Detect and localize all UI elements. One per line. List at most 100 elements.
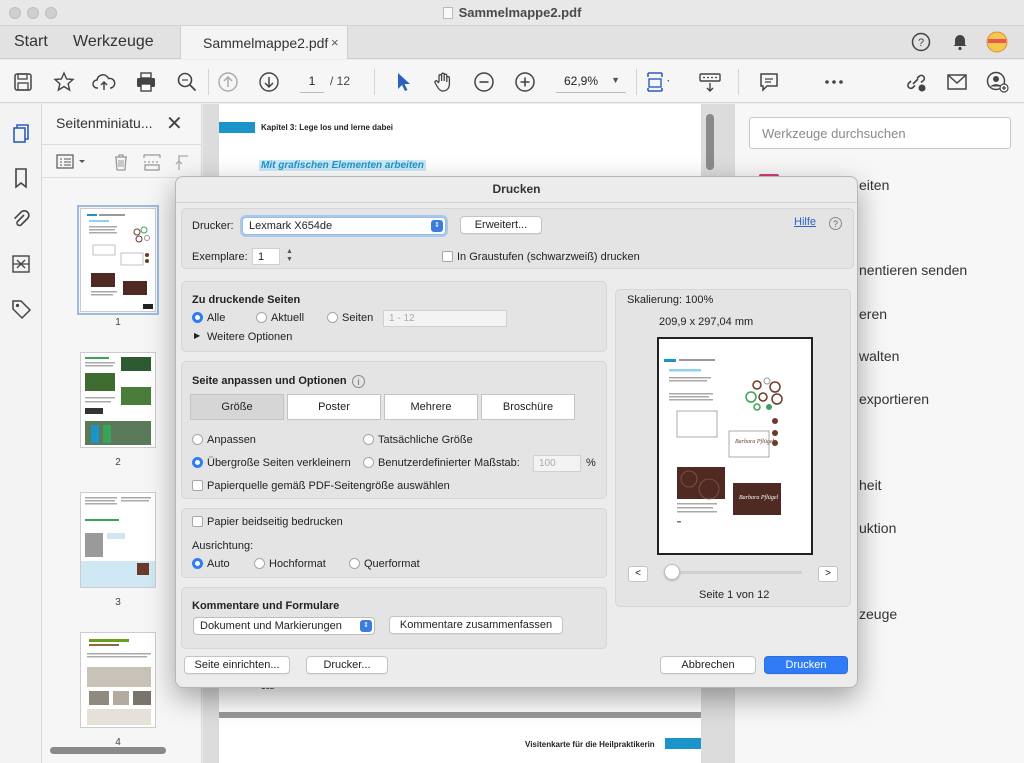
thumbnail-page-3[interactable] bbox=[80, 492, 156, 588]
bell-icon[interactable] bbox=[949, 31, 971, 53]
comments-select[interactable]: Dokument und Markierungen ⇕ bbox=[193, 617, 375, 635]
radio-current-label: Aktuell bbox=[271, 312, 305, 324]
zoom-dropdown[interactable]: 62,9% ▼ bbox=[556, 71, 626, 93]
tool-item[interactable]: exportieren bbox=[859, 391, 929, 407]
scroll-mode-icon[interactable] bbox=[698, 70, 722, 94]
tab-tools[interactable]: Werkzeuge bbox=[73, 33, 154, 51]
vertical-scrollbar[interactable] bbox=[706, 114, 714, 170]
page-range-input[interactable]: 1 - 12 bbox=[383, 310, 507, 327]
thumbnail-page-2[interactable] bbox=[80, 352, 156, 448]
segment-poster[interactable]: Poster bbox=[287, 394, 381, 420]
trash-icon[interactable] bbox=[112, 153, 130, 174]
advanced-button[interactable]: Erweitert... bbox=[460, 216, 542, 234]
tool-item[interactable]: nentieren senden bbox=[859, 262, 967, 278]
extract-pages-icon[interactable] bbox=[142, 153, 162, 174]
page-number-input[interactable]: 1 bbox=[300, 71, 324, 93]
copies-input[interactable]: 1 bbox=[252, 248, 280, 265]
radio-current-page[interactable] bbox=[256, 312, 267, 323]
horizontal-scrollbar[interactable] bbox=[50, 747, 166, 754]
document-tab[interactable]: Sammelmappe2.pdf × bbox=[180, 26, 348, 59]
print-button[interactable]: Drucken bbox=[764, 656, 848, 674]
preview-page-info: Seite 1 von 12 bbox=[699, 589, 770, 601]
left-rail bbox=[0, 104, 42, 763]
printer-button[interactable]: Drucker... bbox=[306, 656, 388, 674]
print-icon[interactable] bbox=[134, 70, 158, 94]
help-link[interactable]: Hilfe bbox=[794, 216, 816, 228]
info-icon[interactable]: i bbox=[352, 375, 365, 388]
segment-multiple[interactable]: Mehrere bbox=[384, 394, 478, 420]
page-setup-button[interactable]: Seite einrichten... bbox=[184, 656, 290, 674]
share-link-icon[interactable] bbox=[904, 70, 928, 94]
printer-select[interactable]: Lexmark X654de ⇕ bbox=[242, 217, 446, 235]
copies-stepper[interactable]: ▲ ▼ bbox=[284, 248, 295, 265]
cloud-upload-icon[interactable] bbox=[92, 70, 116, 94]
preview-slider-track[interactable] bbox=[669, 571, 802, 574]
chapter-header: Kapitel 3: Lege los und lerne dabei bbox=[261, 123, 394, 132]
zoom-value: 62,9% bbox=[564, 74, 599, 88]
thumbnail-options-icon[interactable] bbox=[56, 153, 90, 174]
radio-custom-scale[interactable] bbox=[363, 457, 374, 468]
thumbnail-page-1[interactable] bbox=[77, 205, 159, 315]
custom-scale-input[interactable]: 100 bbox=[533, 455, 581, 472]
tag-icon[interactable] bbox=[9, 297, 33, 321]
next-page-icon[interactable] bbox=[257, 70, 281, 94]
tool-item[interactable]: uktion bbox=[859, 520, 896, 536]
summarize-comments-button[interactable]: Kommentare zusammenfassen bbox=[389, 616, 563, 634]
avatar[interactable] bbox=[986, 31, 1008, 53]
tool-item[interactable]: eren bbox=[859, 306, 887, 322]
more-options-toggle[interactable]: Weitere Optionen bbox=[207, 331, 292, 343]
tab-start[interactable]: Start bbox=[14, 33, 48, 51]
radio-actual-size[interactable] bbox=[363, 434, 374, 445]
disclosure-triangle-icon[interactable]: ▶ bbox=[194, 331, 200, 340]
help-icon[interactable]: ? bbox=[829, 217, 842, 230]
page-fit-icon[interactable] bbox=[645, 70, 669, 94]
save-icon[interactable] bbox=[11, 70, 35, 94]
help-icon[interactable]: ? bbox=[910, 31, 932, 53]
zoom-in-icon[interactable] bbox=[513, 70, 537, 94]
preview-next-button[interactable]: > bbox=[818, 566, 838, 582]
orientation-label: Ausrichtung: bbox=[192, 540, 254, 552]
cancel-button[interactable]: Abbrechen bbox=[660, 656, 756, 674]
radio-landscape[interactable] bbox=[349, 558, 360, 569]
radio-page-range[interactable] bbox=[327, 312, 338, 323]
paper-source-checkbox[interactable] bbox=[192, 480, 203, 491]
add-user-icon[interactable] bbox=[986, 70, 1010, 94]
page-thumbnails-icon[interactable] bbox=[9, 122, 33, 146]
segment-booklet[interactable]: Broschüre bbox=[481, 394, 575, 420]
previous-page-icon[interactable] bbox=[216, 70, 240, 94]
page-divider bbox=[219, 712, 701, 718]
search-icon[interactable] bbox=[175, 70, 199, 94]
select-cursor-icon[interactable] bbox=[391, 70, 415, 94]
comment-icon[interactable] bbox=[757, 70, 781, 94]
radio-fit[interactable] bbox=[192, 434, 203, 445]
bookmark-icon[interactable] bbox=[9, 166, 33, 190]
radio-all-pages[interactable] bbox=[192, 312, 203, 323]
thumbnail-page-4[interactable] bbox=[80, 632, 156, 728]
radio-portrait[interactable] bbox=[254, 558, 265, 569]
segment-size[interactable]: Größe bbox=[190, 394, 284, 420]
radio-orientation-auto[interactable] bbox=[192, 558, 203, 569]
zoom-out-icon[interactable] bbox=[472, 70, 496, 94]
grayscale-checkbox[interactable] bbox=[442, 251, 453, 262]
hand-tool-icon[interactable] bbox=[431, 70, 455, 94]
close-panel-icon[interactable]: ✕ bbox=[166, 111, 183, 136]
tool-item[interactable]: walten bbox=[859, 348, 899, 364]
star-icon[interactable] bbox=[52, 70, 76, 94]
tool-item[interactable]: zeuge bbox=[859, 606, 897, 622]
radio-shrink[interactable] bbox=[192, 457, 203, 468]
section-highlight: Mit grafischen Elementen arbeiten bbox=[259, 160, 426, 171]
mail-icon[interactable] bbox=[945, 70, 969, 94]
tool-item[interactable]: eiten bbox=[859, 177, 889, 193]
layers-icon[interactable] bbox=[9, 252, 33, 276]
rotate-icon[interactable] bbox=[174, 153, 190, 174]
printer-value: Lexmark X654de bbox=[249, 220, 333, 232]
preview-slider-handle[interactable] bbox=[664, 564, 680, 580]
more-options-icon[interactable] bbox=[822, 70, 846, 94]
duplex-checkbox[interactable] bbox=[192, 516, 203, 527]
radio-portrait-label: Hochformat bbox=[269, 558, 326, 570]
paperclip-icon[interactable] bbox=[9, 208, 33, 232]
tools-search-input[interactable]: Werkzeuge durchsuchen bbox=[749, 117, 1011, 149]
tool-item[interactable]: heit bbox=[859, 477, 882, 493]
close-tab-icon[interactable]: × bbox=[331, 35, 339, 50]
preview-prev-button[interactable]: < bbox=[628, 566, 648, 582]
